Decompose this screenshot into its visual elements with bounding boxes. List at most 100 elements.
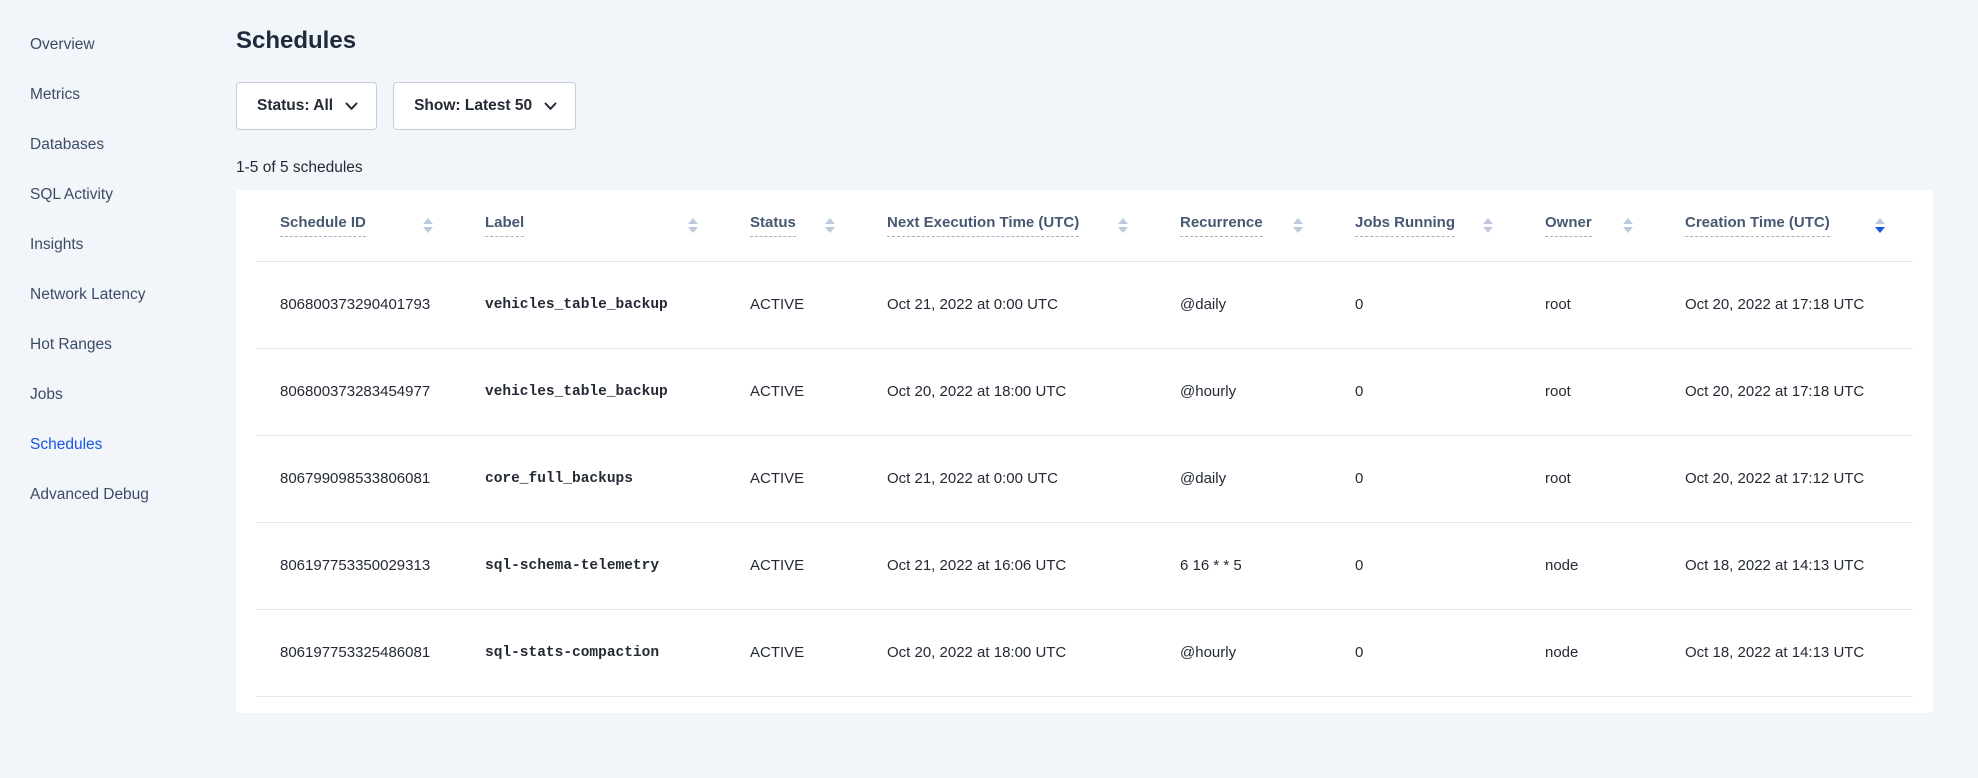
column-header-label: Label [485, 214, 524, 237]
column-header-status[interactable]: Status [726, 190, 863, 261]
sort-arrows-icon[interactable] [1875, 218, 1885, 233]
cell-status: ACTIVE [726, 609, 863, 696]
table-body: 806800373290401793vehicles_table_backupA… [256, 261, 1913, 696]
sort-desc-icon [1293, 227, 1303, 233]
cell-creation-time: Oct 18, 2022 at 14:13 UTC [1661, 609, 1913, 696]
sidebar-item-overview[interactable]: Overview [0, 20, 190, 70]
schedules-table-card: Schedule ID Label Status Next Execution Tim… [236, 190, 1933, 713]
sort-desc-icon [1623, 227, 1633, 233]
column-header-jobs-running[interactable]: Jobs Running [1331, 190, 1521, 261]
sort-asc-icon [1483, 218, 1493, 224]
cell-creation-time: Oct 20, 2022 at 17:12 UTC [1661, 435, 1913, 522]
sort-asc-icon [1293, 218, 1303, 224]
chevron-down-icon [544, 102, 557, 111]
cell-jobs-running: 0 [1331, 261, 1521, 348]
schedules-table: Schedule ID Label Status Next Execution Tim… [256, 190, 1913, 697]
cell-next-execution-time: Oct 21, 2022 at 0:00 UTC [863, 435, 1156, 522]
sort-asc-icon [825, 218, 835, 224]
sidebar-item-metrics[interactable]: Metrics [0, 70, 190, 120]
cell-owner: root [1521, 435, 1661, 522]
cell-creation-time: Oct 18, 2022 at 14:13 UTC [1661, 522, 1913, 609]
sort-asc-icon [1118, 218, 1128, 224]
results-count: 1-5 of 5 schedules [236, 158, 1933, 178]
cell-creation-time: Oct 20, 2022 at 17:18 UTC [1661, 261, 1913, 348]
cell-jobs-running: 0 [1331, 435, 1521, 522]
sort-arrows-icon[interactable] [688, 218, 698, 233]
column-header-owner[interactable]: Owner [1521, 190, 1661, 261]
cell-owner: node [1521, 522, 1661, 609]
sort-asc-icon [423, 218, 433, 224]
cell-schedule-id: 806197753325486081 [256, 609, 461, 696]
status-filter-label: Status: All [257, 97, 333, 115]
cell-creation-time: Oct 20, 2022 at 17:18 UTC [1661, 348, 1913, 435]
cell-status: ACTIVE [726, 348, 863, 435]
column-header-label: Recurrence [1180, 214, 1263, 237]
sort-arrows-icon[interactable] [1623, 218, 1633, 233]
sidebar-item-insights[interactable]: Insights [0, 220, 190, 270]
table-row: 806197753350029313sql-schema-telemetryAC… [256, 522, 1913, 609]
sidebar-item-sql-activity[interactable]: SQL Activity [0, 170, 190, 220]
sidebar-item-advanced-debug[interactable]: Advanced Debug [0, 470, 190, 520]
column-header-recurrence[interactable]: Recurrence [1156, 190, 1331, 261]
column-header-label: Jobs Running [1355, 214, 1455, 237]
cell-recurrence: 6 16 * * 5 [1156, 522, 1331, 609]
table-row: 806800373283454977vehicles_table_backupA… [256, 348, 1913, 435]
table-row: 806800373290401793vehicles_table_backupA… [256, 261, 1913, 348]
table-row: 806197753325486081sql-stats-compactionAC… [256, 609, 1913, 696]
cell-label: sql-stats-compaction [461, 609, 726, 696]
cell-owner: root [1521, 261, 1661, 348]
cell-schedule-id: 806800373283454977 [256, 348, 461, 435]
cell-label: sql-schema-telemetry [461, 522, 726, 609]
column-header-label: Owner [1545, 214, 1592, 237]
main-content: Schedules Status: All Show: Latest 50 1-… [190, 0, 1978, 778]
sidebar-item-databases[interactable]: Databases [0, 120, 190, 170]
cell-label: core_full_backups [461, 435, 726, 522]
column-header-next-execution-time[interactable]: Next Execution Time (UTC) [863, 190, 1156, 261]
sort-desc-icon [825, 227, 835, 233]
cell-schedule-id: 806800373290401793 [256, 261, 461, 348]
cell-jobs-running: 0 [1331, 522, 1521, 609]
cell-schedule-id: 806197753350029313 [256, 522, 461, 609]
column-header-creation-time[interactable]: Creation Time (UTC) [1661, 190, 1913, 261]
column-header-label[interactable]: Label [461, 190, 726, 261]
cell-recurrence: @daily [1156, 261, 1331, 348]
sort-arrows-icon[interactable] [423, 218, 433, 233]
sort-asc-icon [1623, 218, 1633, 224]
sidebar-item-jobs[interactable]: Jobs [0, 370, 190, 420]
sidebar-item-schedules[interactable]: Schedules [0, 420, 190, 470]
filter-bar: Status: All Show: Latest 50 [236, 82, 1933, 130]
column-header-label: Status [750, 214, 796, 237]
table-header-row: Schedule ID Label Status Next Execution Tim… [256, 190, 1913, 261]
show-filter-label: Show: Latest 50 [414, 97, 532, 115]
sidebar-item-hot-ranges[interactable]: Hot Ranges [0, 320, 190, 370]
table-row: 806799098533806081core_full_backupsACTIV… [256, 435, 1913, 522]
sort-arrows-icon[interactable] [1483, 218, 1493, 233]
show-filter-dropdown[interactable]: Show: Latest 50 [393, 82, 576, 130]
cell-recurrence: @hourly [1156, 348, 1331, 435]
sort-desc-icon [1875, 227, 1885, 233]
sort-desc-icon [423, 227, 433, 233]
cell-owner: root [1521, 348, 1661, 435]
cell-schedule-id: 806799098533806081 [256, 435, 461, 522]
chevron-down-icon [345, 102, 358, 111]
sort-arrows-icon[interactable] [1293, 218, 1303, 233]
cell-next-execution-time: Oct 20, 2022 at 18:00 UTC [863, 609, 1156, 696]
cell-status: ACTIVE [726, 261, 863, 348]
sort-arrows-icon[interactable] [825, 218, 835, 233]
column-header-schedule-id[interactable]: Schedule ID [256, 190, 461, 261]
table-header: Schedule ID Label Status Next Execution Tim… [256, 190, 1913, 261]
cell-next-execution-time: Oct 21, 2022 at 0:00 UTC [863, 261, 1156, 348]
cell-label: vehicles_table_backup [461, 348, 726, 435]
status-filter-dropdown[interactable]: Status: All [236, 82, 377, 130]
cell-owner: node [1521, 609, 1661, 696]
column-header-label: Creation Time (UTC) [1685, 214, 1830, 237]
sort-asc-icon [688, 218, 698, 224]
cell-recurrence: @daily [1156, 435, 1331, 522]
cell-next-execution-time: Oct 21, 2022 at 16:06 UTC [863, 522, 1156, 609]
schedules-page: OverviewMetricsDatabasesSQL ActivityInsi… [0, 0, 1978, 778]
cell-jobs-running: 0 [1331, 609, 1521, 696]
column-header-label: Schedule ID [280, 214, 366, 237]
sort-desc-icon [688, 227, 698, 233]
sort-arrows-icon[interactable] [1118, 218, 1128, 233]
sidebar-item-network-latency[interactable]: Network Latency [0, 270, 190, 320]
